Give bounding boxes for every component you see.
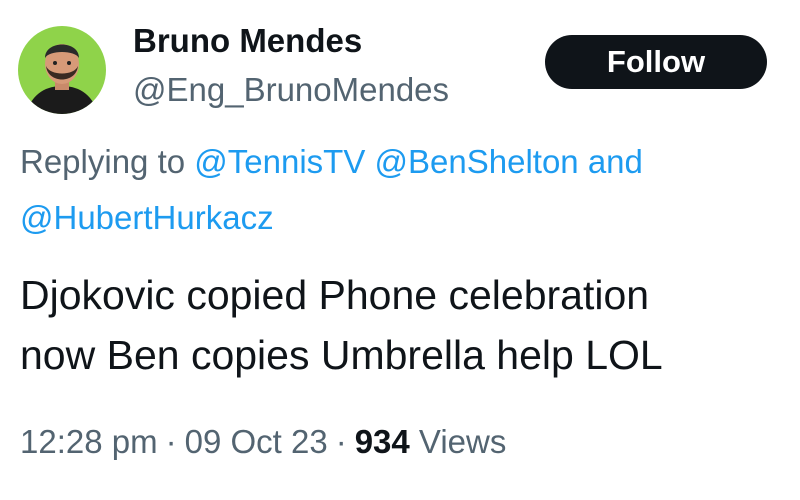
tweet-text-line: Djokovic copied Phone celebration [20, 272, 650, 318]
author-handle[interactable]: @Eng_BrunoMendes [133, 71, 449, 109]
mention-link-benshelton[interactable]: @BenShelton [375, 143, 579, 180]
mention-link-huberthurkacz[interactable]: @HubertHurkacz [20, 199, 274, 236]
meta-separator: · [165, 423, 177, 460]
reply-context: Replying to @TennisTV @BenShelton and [20, 142, 643, 182]
author-avatar[interactable] [18, 26, 106, 114]
tweet-card: Bruno Mendes @Eng_BrunoMendes Follow Rep… [0, 0, 800, 500]
reply-conjunction: and [587, 143, 643, 180]
author-name[interactable]: Bruno Mendes [133, 22, 362, 60]
tweet-date[interactable]: 09 Oct 23 [185, 423, 328, 460]
views-count: 934 [354, 423, 410, 460]
tweet-meta: 12:28 pm · 09 Oct 23 · 934 Views [20, 420, 506, 464]
tweet-text-line: now Ben copies Umbrella help LOL [20, 332, 663, 378]
meta-separator: · [335, 423, 347, 460]
views-label: Views [418, 423, 507, 460]
tweet-time[interactable]: 12:28 pm [20, 423, 158, 460]
mention-link-tennistv[interactable]: @TennisTV [194, 143, 365, 180]
reply-prefix: Replying to [20, 143, 186, 180]
follow-button[interactable]: Follow [545, 35, 767, 89]
profile-photo-icon [18, 26, 106, 114]
reply-context-continued: @HubertHurkacz [20, 198, 274, 238]
